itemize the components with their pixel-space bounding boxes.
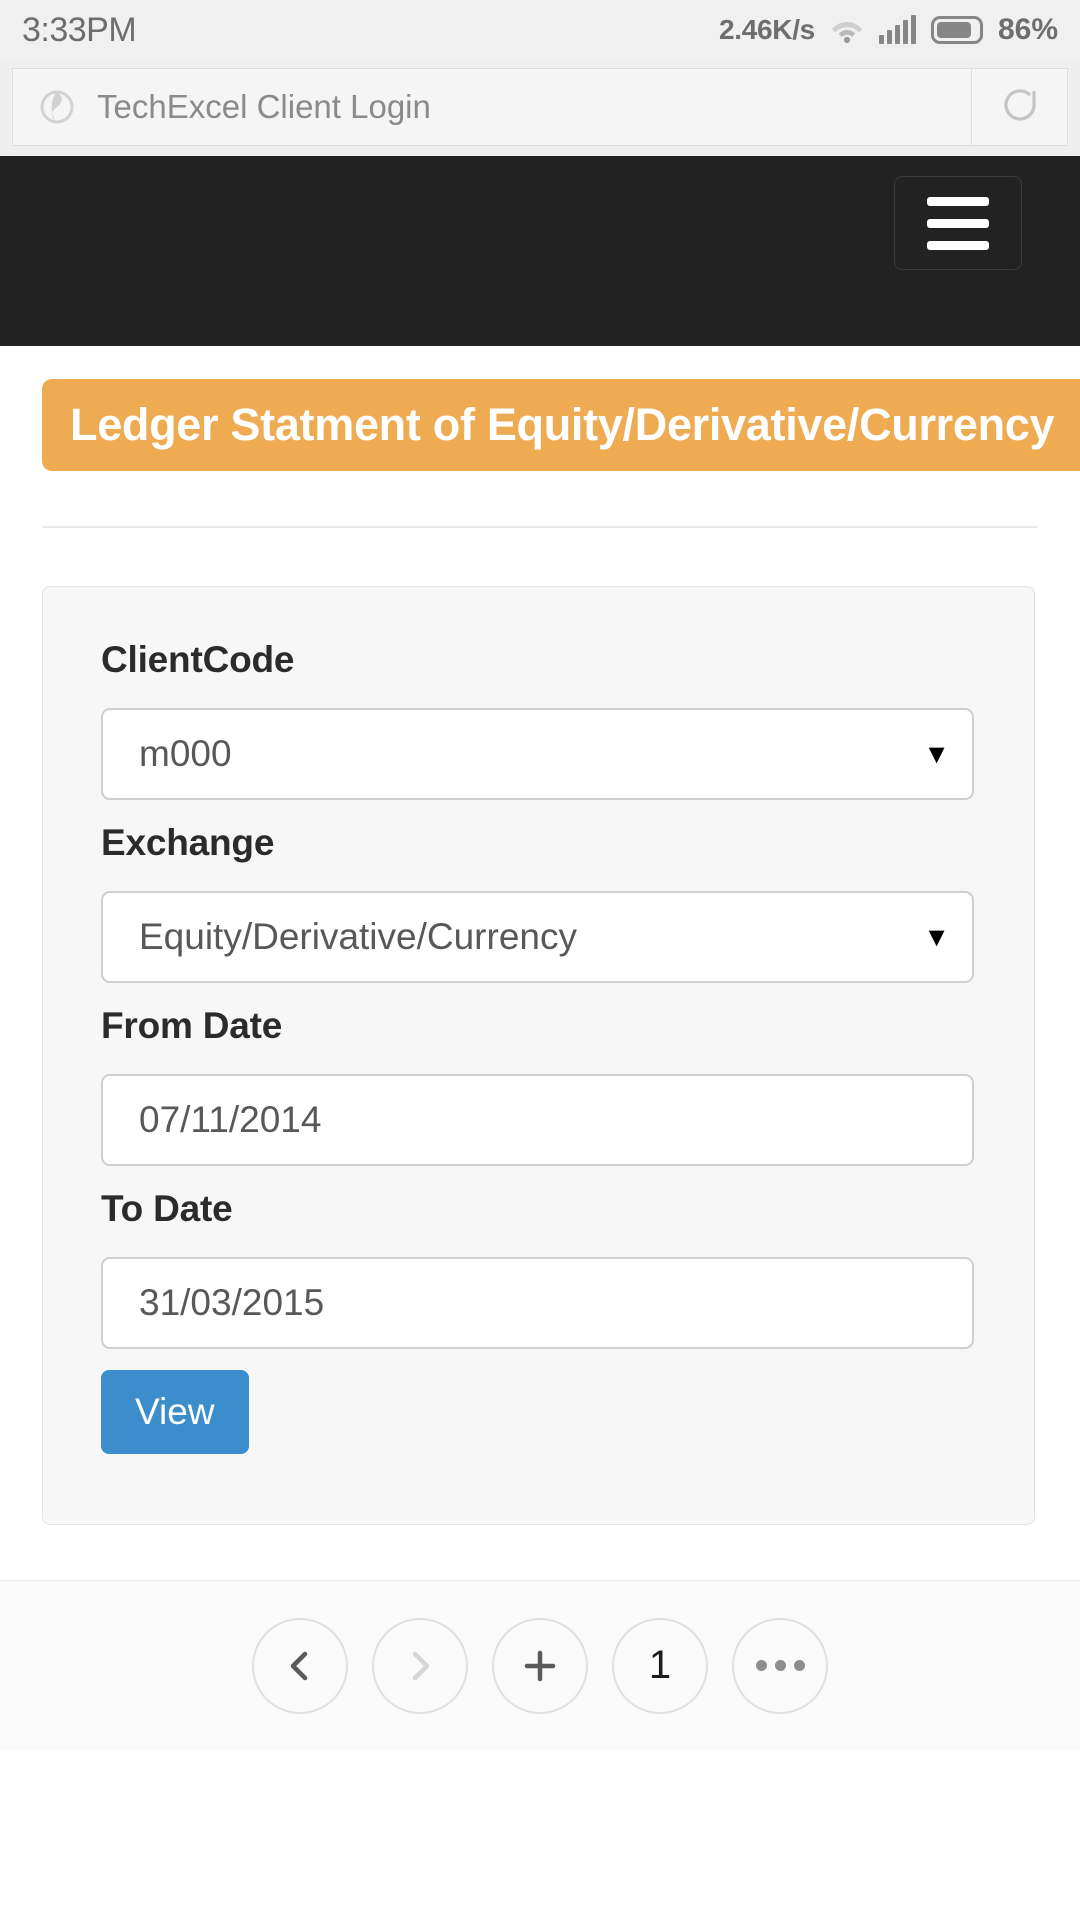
client-code-label: ClientCode xyxy=(101,639,295,680)
hamburger-bar xyxy=(927,218,989,228)
exchange-value: Equity/Derivative/Currency xyxy=(139,916,577,957)
section-divider xyxy=(42,526,1038,528)
wifi-icon xyxy=(830,16,864,44)
page-banner: Ledger Statment of Equity/Derivative/Cur… xyxy=(42,379,1080,471)
page-globe-icon xyxy=(39,89,75,125)
tab-count-button[interactable]: 1 xyxy=(612,1617,708,1714)
more-options-icon xyxy=(755,1660,805,1671)
to-date-label: To Date xyxy=(101,1188,233,1229)
forward-button[interactable] xyxy=(372,1617,468,1714)
hamburger-bar xyxy=(927,196,989,206)
battery-icon xyxy=(930,16,983,44)
browser-bottom-toolbar: 1 xyxy=(0,1580,1080,1750)
status-indicators: 2.46K/s 86% xyxy=(719,13,1058,47)
url-text: TechExcel Client Login xyxy=(97,88,431,125)
url-input[interactable]: TechExcel Client Login xyxy=(13,69,971,145)
status-time: 3:33PM xyxy=(22,10,137,49)
site-navbar xyxy=(0,156,1080,346)
from-date-input[interactable]: 07/11/2014 xyxy=(101,1074,974,1166)
ledger-filter-panel: ClientCode m000 ▼ Exchange Equity/Deriva… xyxy=(42,586,1035,1525)
url-row: TechExcel Client Login xyxy=(12,68,1068,146)
page-title: Ledger Statment of Equity/Derivative/Cur… xyxy=(70,399,1055,450)
chevron-left-icon xyxy=(278,1644,322,1688)
page-content: Ledger Statment of Equity/Derivative/Cur… xyxy=(0,346,1080,1750)
back-button[interactable] xyxy=(252,1617,348,1714)
more-options-button[interactable] xyxy=(732,1617,828,1714)
network-speed-text: 2.46K/s xyxy=(718,14,815,45)
system-status-bar: 3:33PM 2.46K/s 86% xyxy=(0,0,1080,60)
chevron-right-icon xyxy=(398,1644,442,1688)
from-date-label: From Date xyxy=(101,1005,283,1046)
chevron-down-icon: ▼ xyxy=(923,921,950,952)
chevron-down-icon: ▼ xyxy=(923,738,950,769)
from-date-value: 07/11/2014 xyxy=(139,1099,322,1140)
battery-percent-text: 86% xyxy=(997,13,1058,46)
hamburger-bar xyxy=(927,240,989,250)
page-banner-wrapper: Ledger Statment of Equity/Derivative/Cur… xyxy=(0,346,1080,471)
to-date-input[interactable]: 31/03/2015 xyxy=(101,1257,974,1349)
exchange-select[interactable]: Equity/Derivative/Currency ▼ xyxy=(101,891,974,983)
signal-bars-icon xyxy=(878,15,916,44)
reload-button[interactable] xyxy=(971,69,1067,145)
tab-count-label: 1 xyxy=(648,1643,672,1687)
exchange-label: Exchange xyxy=(101,822,275,863)
reload-icon xyxy=(998,83,1042,132)
client-code-select[interactable]: m000 ▼ xyxy=(101,708,974,800)
to-date-value: 31/03/2015 xyxy=(139,1282,325,1323)
view-button[interactable]: View xyxy=(101,1370,249,1454)
browser-url-bar: TechExcel Client Login xyxy=(0,60,1080,156)
plus-icon xyxy=(518,1644,562,1688)
hamburger-menu-icon[interactable] xyxy=(894,176,1022,270)
new-tab-button[interactable] xyxy=(492,1617,588,1714)
client-code-value: m000 xyxy=(139,733,232,774)
